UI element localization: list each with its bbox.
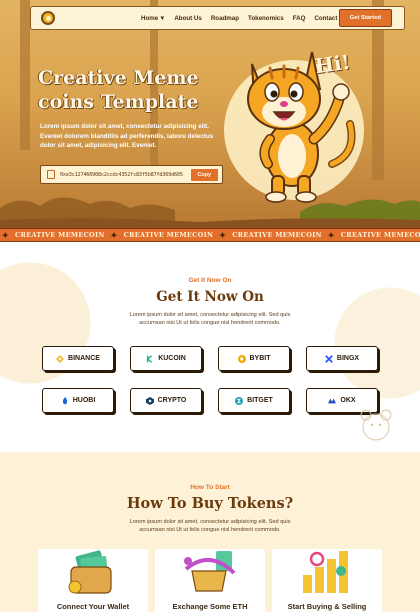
wallet-icon: [68, 550, 112, 594]
nav-menu: Home▼ About Us Roadmap Tokenomics FAQ Co…: [141, 15, 337, 22]
get-started-button[interactable]: Get Started: [338, 9, 392, 27]
star-icon: ✦: [2, 230, 10, 240]
ticker-item: ✦CREATIVE MEMECOIN: [219, 230, 322, 240]
exchange-bingx-button[interactable]: BINGX: [306, 346, 378, 371]
hero-title-line1: Creative Meme: [38, 67, 199, 89]
step-card-trading: Start Buying & Selling: [272, 549, 382, 612]
hero-title: Creative Meme coins Template: [38, 66, 218, 114]
chart-coins-icon: [303, 551, 348, 593]
crypto-icon: [145, 396, 154, 405]
exchanges-description: Lorem ipsum dolor sit amet, consectetur …: [129, 312, 291, 327]
bingx-icon: [325, 354, 333, 363]
contract-address-box: 0xe3c127466908c2ccdc4352fc83f5b87fd369d6…: [40, 165, 223, 184]
exchange-bitget-button[interactable]: BITGET: [218, 388, 290, 413]
step-card-exchange: Exchange Some ETH: [155, 549, 265, 612]
step-card-wallet: Connect Your Wallet: [38, 549, 148, 612]
exchange-binance-button[interactable]: BINANCE: [42, 346, 114, 371]
contract-address: 0xe3c127466908c2ccdc4352fc83f5b87fd369d6…: [60, 171, 183, 178]
ticker-item: ✦CREATIVE MEMECOIN: [327, 230, 420, 240]
hero-title-line2: coins Template: [38, 91, 199, 113]
star-icon: ✦: [327, 230, 335, 240]
hero-section: Home▼ About Us Roadmap Tokenomics FAQ Co…: [0, 0, 420, 228]
copy-button[interactable]: Copy: [190, 168, 218, 181]
step-card-title: Exchange Some ETH: [172, 602, 248, 611]
star-icon: ✦: [219, 230, 227, 240]
hi-speech-text: Hi!: [313, 49, 352, 79]
howto-description: Lorem ipsum dolor sit amet, consectetur …: [129, 519, 291, 534]
copy-icon: [47, 170, 55, 179]
exchange-kucoin-button[interactable]: KUCOIN: [130, 346, 202, 371]
bybit-icon: [237, 354, 246, 363]
howto-title: How To Buy Tokens?: [126, 495, 294, 512]
nav-about[interactable]: About Us: [174, 15, 202, 22]
exchange-bybit-button[interactable]: BYBIT: [218, 346, 290, 371]
kucoin-icon: [147, 354, 153, 363]
exchanges-eyebrow: Get It Now On: [188, 277, 232, 284]
nav-contact[interactable]: Contact: [314, 15, 337, 22]
navbar: Home▼ About Us Roadmap Tokenomics FAQ Co…: [30, 6, 405, 30]
nav-faq[interactable]: FAQ: [293, 15, 306, 22]
nav-roadmap[interactable]: Roadmap: [211, 15, 239, 22]
bear-doodle-icon: [360, 409, 392, 441]
step-card-title: Connect Your Wallet: [56, 602, 130, 611]
okx-icon: [328, 398, 337, 403]
binance-icon: [56, 354, 65, 363]
logo-icon[interactable]: [41, 11, 55, 25]
exchange-icon: [184, 551, 236, 592]
ticker-marquee: ✦ CREATIVE MEMECOIN ✦ CREATIVE MEMECOIN ✦ C…: [0, 228, 420, 242]
step-card-title: Start Buying & Selling: [287, 602, 367, 611]
nav-home[interactable]: Home▼: [141, 15, 165, 22]
chevron-down-icon: ▼: [159, 14, 166, 22]
ticker-item: ✦CREATIVE MEMECOIN: [2, 230, 105, 240]
tree-trunk: [20, 0, 30, 150]
exchange-crypto-button[interactable]: CRYPTO: [130, 388, 202, 413]
exchanges-title: Get It Now On: [156, 289, 264, 305]
huobi-icon: [62, 396, 67, 404]
ticker-item: ✦CREATIVE MEMECOIN: [110, 230, 214, 240]
hero-description: Lorem ipsum dolor sit amet, consectetur …: [40, 123, 214, 149]
exchange-huobi-button[interactable]: HUOBI: [42, 388, 114, 413]
bitget-icon: [235, 396, 244, 405]
howto-eyebrow: How To Start: [190, 484, 230, 491]
star-icon: ✦: [110, 230, 118, 240]
nav-tokenomics[interactable]: Tokenomics: [248, 15, 284, 22]
